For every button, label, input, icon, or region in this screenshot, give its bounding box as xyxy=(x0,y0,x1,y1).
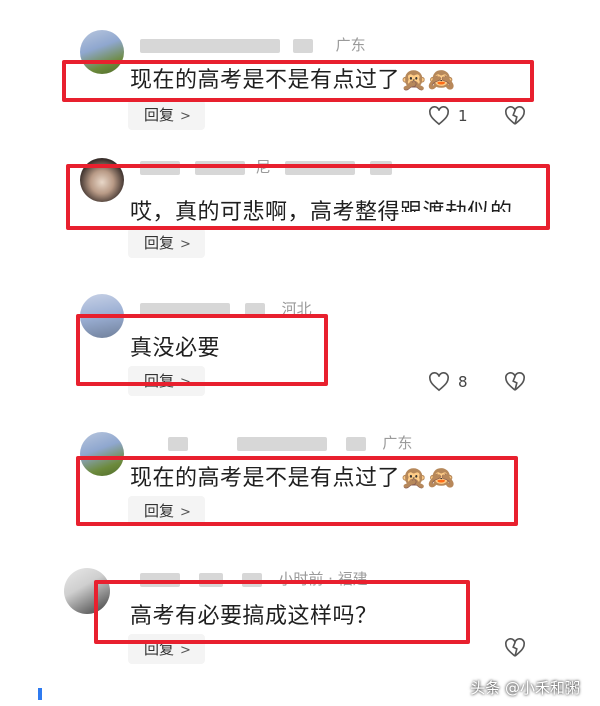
dislike-button[interactable] xyxy=(503,638,527,662)
avatar[interactable] xyxy=(80,294,124,338)
comment-item: 河北 真没必要 回复 > 8 xyxy=(0,270,600,410)
comment-location: 小时前 · 福建 xyxy=(278,570,368,588)
comment-location: 广东 xyxy=(335,36,366,54)
broken-heart-icon xyxy=(505,372,525,391)
reply-button[interactable]: 回复 > xyxy=(128,228,205,258)
reply-button[interactable]: 回复 > xyxy=(128,100,205,130)
like-button[interactable]: 8 xyxy=(428,372,468,392)
reply-button[interactable]: 回复 > xyxy=(128,634,205,664)
chevron-right-icon: > xyxy=(180,643,191,658)
scroll-indicator xyxy=(38,688,42,700)
chevron-right-icon: > xyxy=(180,505,191,520)
monkey-emoji: 🙊🙈 xyxy=(400,68,456,93)
avatar[interactable] xyxy=(80,158,124,202)
comment-username: 尼 xyxy=(255,158,271,176)
chevron-right-icon: > xyxy=(180,109,191,124)
comment-text: 现在的高考是不是有点过了🙊🙈 xyxy=(130,466,456,491)
broken-heart-icon xyxy=(505,638,525,657)
comment-text: 高考有必要搞成这样吗？ xyxy=(130,604,378,629)
comment-item: 尼 哎，真的可悲啊，高考整得跟渡劫似的 回复 > xyxy=(0,140,600,270)
comment-location: 河北 xyxy=(281,300,312,318)
like-button[interactable]: 1 xyxy=(428,106,468,126)
comment-meta: 广东 xyxy=(140,432,412,453)
comment-meta: 广东 xyxy=(140,34,366,55)
comment-item: 广东 现在的高考是不是有点过了🙊🙈 回复 > 1 xyxy=(0,0,600,140)
broken-heart-icon xyxy=(505,106,525,125)
dislike-button[interactable] xyxy=(503,372,527,396)
reply-button[interactable]: 回复 > xyxy=(128,366,205,396)
comment-location: 广东 xyxy=(382,434,413,452)
comment-meta: 河北 xyxy=(140,298,312,319)
comment-item: 广东 现在的高考是不是有点过了🙊🙈 回复 > xyxy=(0,410,600,550)
avatar[interactable] xyxy=(80,432,124,476)
avatar[interactable] xyxy=(64,568,110,614)
comment-text: 真没必要 xyxy=(130,336,221,361)
monkey-emoji: 🙊🙈 xyxy=(400,466,456,491)
comment-text: 现在的高考是不是有点过了🙊🙈 xyxy=(130,68,456,93)
comment-meta: 小时前 · 福建 xyxy=(140,568,368,589)
dislike-button[interactable] xyxy=(503,106,527,130)
like-count: 8 xyxy=(458,373,468,391)
chevron-right-icon: > xyxy=(180,237,191,252)
heart-outline-icon xyxy=(429,106,449,126)
heart-outline-icon xyxy=(429,372,449,392)
comment-meta: 尼 xyxy=(140,156,393,177)
reply-button[interactable]: 回复 > xyxy=(128,496,205,526)
avatar[interactable] xyxy=(80,30,124,74)
watermark: 头条 @小禾和粥 xyxy=(470,679,580,697)
chevron-right-icon: > xyxy=(180,375,191,390)
like-count: 1 xyxy=(458,107,468,125)
